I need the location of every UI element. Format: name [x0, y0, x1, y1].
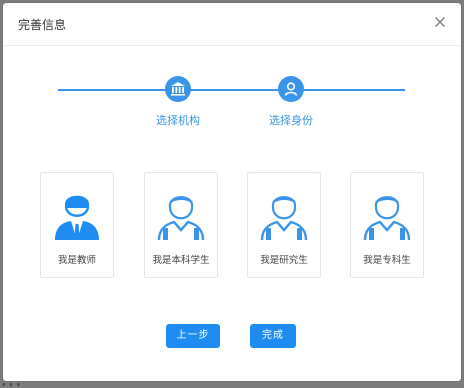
step-dot — [278, 76, 304, 102]
teacher-icon — [55, 195, 99, 240]
close-icon — [435, 17, 445, 27]
user-icon — [284, 82, 298, 96]
role-card-label: 我是专科生 — [363, 255, 411, 266]
graduate-icon — [260, 196, 308, 241]
role-card-label: 我是本科学生 — [152, 255, 210, 266]
close-button[interactable] — [432, 14, 448, 30]
step-select-identity: 选择身份 — [243, 76, 339, 128]
role-card-label: 我是教师 — [57, 255, 96, 266]
step-label: 选择机构 — [156, 114, 200, 127]
junior-college-icon — [363, 196, 411, 241]
step-progress-line — [58, 89, 405, 91]
role-card-junior-college[interactable]: 我是专科生 — [350, 172, 424, 278]
role-card-teacher[interactable]: 我是教师 — [40, 172, 114, 278]
step-dot — [165, 76, 191, 102]
role-card-list: 我是教师 我是本科学生 我是研究生 我是专科生 — [40, 172, 426, 280]
finish-button[interactable]: 完成 — [250, 324, 296, 348]
role-card-undergraduate[interactable]: 我是本科学生 — [144, 172, 218, 278]
dialog-title: 完善信息 — [18, 18, 67, 32]
previous-step-button[interactable]: 上一步 — [166, 324, 220, 348]
step-label: 选择身份 — [269, 114, 313, 127]
dialog-header: 完善信息 — [3, 3, 461, 46]
undergraduate-icon — [157, 196, 205, 241]
role-card-label: 我是研究生 — [260, 255, 308, 266]
step-indicator: 选择机构 选择身份 — [58, 76, 405, 136]
complete-info-dialog: 完善信息 选择机构 选择身份 我是教师 我是本科学生 我是研究生 我是专科生 上… — [3, 3, 461, 381]
bank-icon — [171, 82, 185, 96]
step-select-institution: 选择机构 — [130, 76, 226, 128]
role-card-graduate[interactable]: 我是研究生 — [247, 172, 321, 278]
